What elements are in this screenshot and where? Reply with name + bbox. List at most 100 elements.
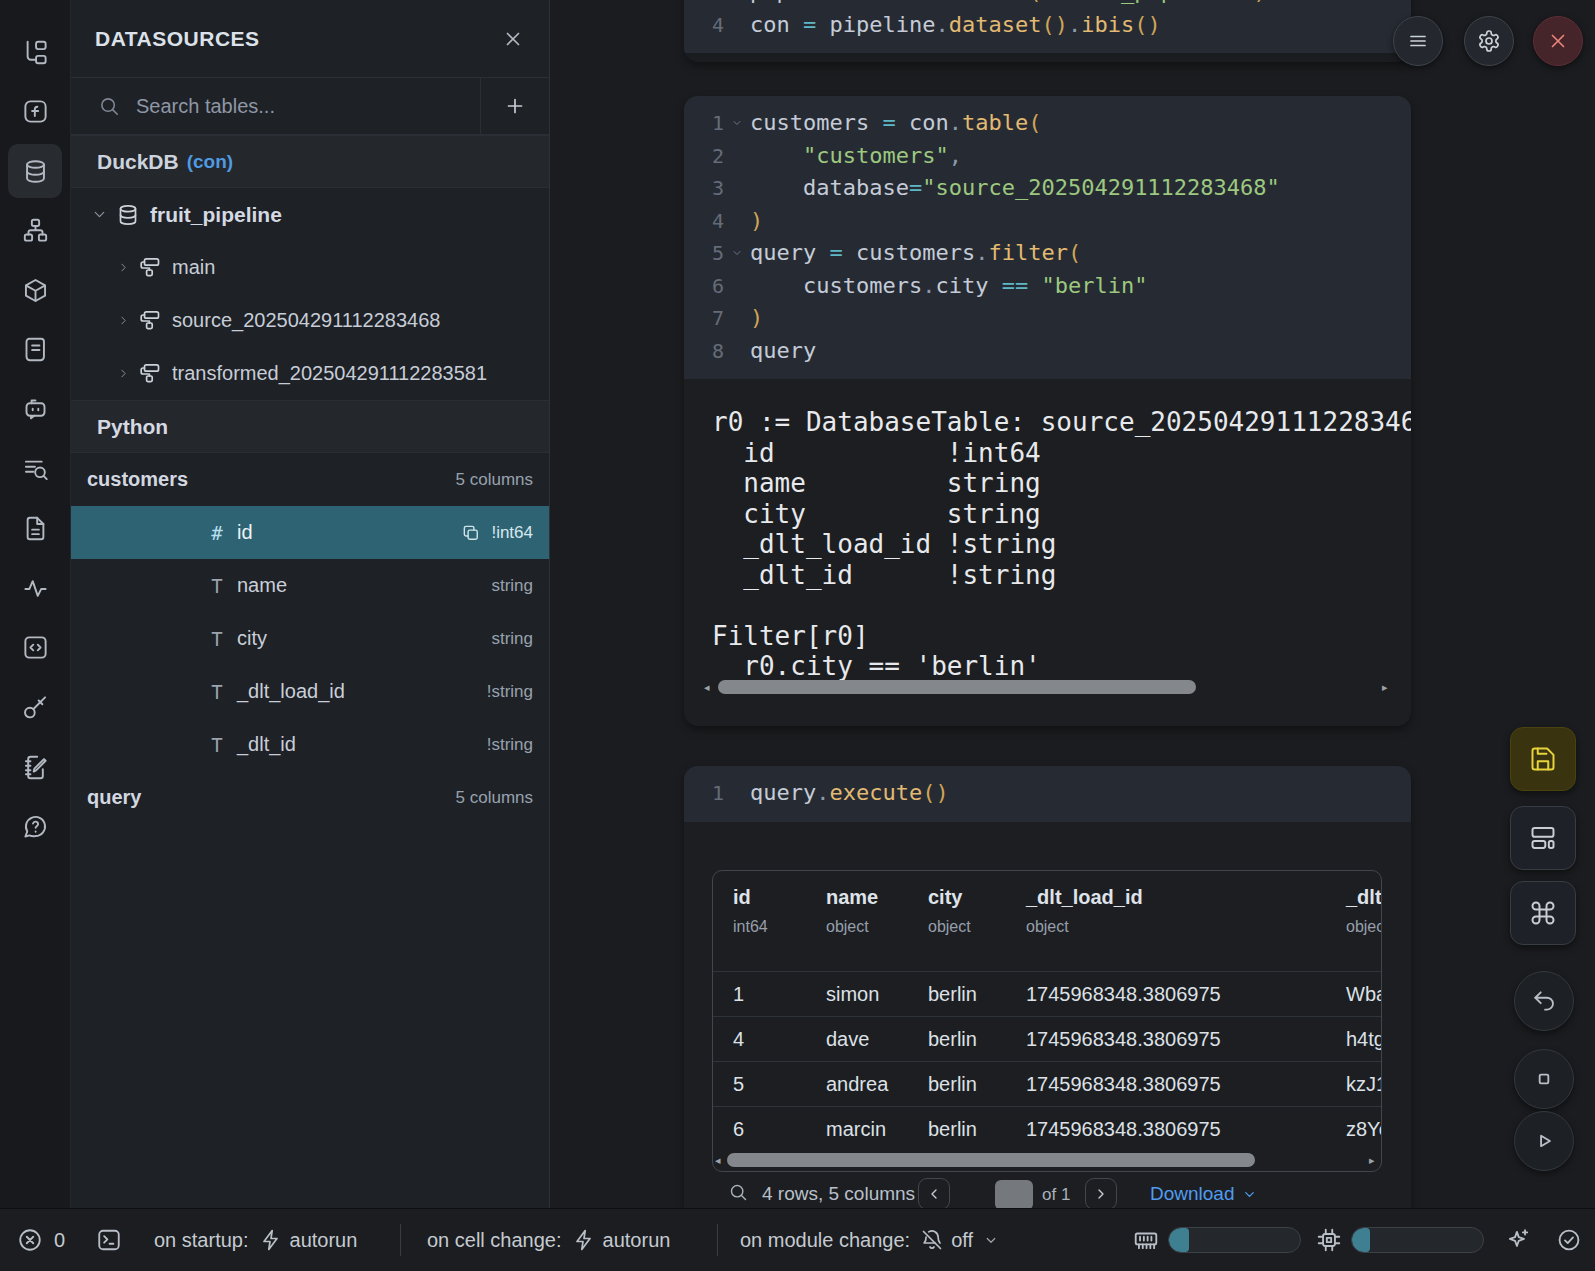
menu-button[interactable] — [1393, 16, 1443, 66]
code-line: 5query = customers.filter( — [700, 237, 1411, 270]
rail-item-activity[interactable] — [8, 561, 62, 615]
code-line: 3pipeline = dlt.attach("fruit_pipeline") — [700, 0, 1411, 9]
cpu-icon — [1316, 1227, 1342, 1253]
rail-item-key[interactable] — [8, 681, 62, 735]
engine-row-duckdb[interactable]: DuckDB(con) — [71, 135, 549, 188]
cell-value: Wba — [1346, 983, 1382, 1006]
layout-button[interactable] — [1510, 806, 1576, 870]
run-button[interactable] — [1514, 1111, 1574, 1171]
stop-button[interactable] — [1514, 1049, 1574, 1109]
output-hscrollbar[interactable]: ◂▸ — [704, 679, 1392, 695]
rail-item-help[interactable] — [8, 800, 62, 854]
tree-item-schema[interactable]: main — [71, 241, 549, 294]
rail-item-notebook-pen[interactable] — [8, 740, 62, 794]
rail-item-tree[interactable] — [8, 25, 62, 79]
table-row-customers[interactable]: customers5 columns — [71, 453, 549, 506]
cpu-usage — [1316, 1209, 1484, 1271]
cell-2-code[interactable]: 1customers = con.table(2 "customers",3 d… — [684, 96, 1411, 379]
scroll-right-arrow[interactable]: ▸ — [1382, 679, 1392, 695]
cell-value: marcin — [826, 1118, 886, 1141]
play-icon — [1531, 1128, 1557, 1154]
schema-icon — [138, 362, 162, 386]
fold-spacer — [724, 335, 750, 368]
code-line: 8query — [700, 335, 1411, 368]
copy-icon[interactable] — [461, 523, 481, 543]
undo-button[interactable] — [1514, 971, 1574, 1031]
cell-1-code[interactable]: 3pipeline = dlt.attach("fruit_pipeline")… — [684, 0, 1411, 53]
check-circle-icon — [1556, 1227, 1582, 1253]
column-row-_dlt_id[interactable]: T_dlt_id!string — [71, 718, 549, 771]
rail-item-cube[interactable] — [8, 263, 62, 317]
ai-button[interactable] — [1505, 1209, 1531, 1271]
rail-item-database[interactable] — [8, 144, 62, 198]
table-hscrollbar[interactable]: ◂▸ — [715, 1152, 1379, 1168]
scroll-right-arrow[interactable]: ▸ — [1369, 1152, 1379, 1168]
activity-rail — [0, 0, 71, 1271]
table-search-icon[interactable] — [728, 1182, 748, 1202]
module-change-label: on module change: — [740, 1229, 910, 1252]
cell-3-code[interactable]: 1query.execute() — [684, 766, 1411, 822]
schema-icon — [138, 256, 162, 280]
scroll-thumb[interactable] — [727, 1153, 1255, 1167]
tree-item-schema[interactable]: transformed_202504291112283581 — [71, 347, 549, 400]
module-change-setting[interactable]: on module change: off — [740, 1209, 1000, 1271]
table-row-query[interactable]: query5 columns — [71, 771, 549, 824]
rail-item-function[interactable] — [8, 85, 62, 139]
error-indicator[interactable]: 0 — [17, 1209, 65, 1271]
scroll-track[interactable] — [714, 680, 1382, 694]
add-datasource-button[interactable] — [480, 78, 549, 134]
search-input[interactable]: Search tables... — [136, 95, 275, 118]
rail-item-code-square[interactable] — [8, 621, 62, 675]
cell-value: 1745968348.3806975 — [1026, 1073, 1221, 1096]
table-row[interactable]: 6marcinberlin1745968348.3806975z8Yo — [713, 1106, 1381, 1151]
column-row-id[interactable]: #id!int64 — [71, 506, 549, 559]
close-panel-button[interactable] — [501, 27, 525, 51]
download-link[interactable]: Download — [1150, 1183, 1235, 1205]
scroll-track[interactable] — [725, 1153, 1369, 1167]
line-number: 1 — [700, 777, 724, 810]
command-palette-button[interactable] — [1510, 881, 1576, 945]
save-button[interactable] — [1510, 727, 1576, 791]
zap-icon — [259, 1228, 283, 1252]
rail-item-scroll[interactable] — [8, 323, 62, 377]
close-icon — [501, 27, 525, 51]
scroll-thumb[interactable] — [718, 680, 1196, 694]
settings-button[interactable] — [1464, 16, 1514, 66]
ibis-expression-output: r0 := DatabaseTable: source_202504291112… — [684, 379, 1411, 682]
scroll-left-arrow[interactable]: ◂ — [704, 679, 714, 695]
help-icon — [22, 813, 49, 840]
terminal-button[interactable] — [96, 1209, 122, 1271]
next-page-button[interactable] — [1085, 1178, 1117, 1208]
ram-usage — [1133, 1209, 1301, 1271]
tree-item-schema[interactable]: source_202504291112283468 — [71, 294, 549, 347]
cell-change-value: autorun — [603, 1229, 671, 1252]
cell-1: 3pipeline = dlt.attach("fruit_pipeline")… — [684, 0, 1411, 62]
command-icon — [1529, 899, 1557, 927]
rail-item-bot[interactable] — [8, 383, 62, 437]
table-row[interactable]: 4daveberlin1745968348.3806975h4tg — [713, 1016, 1381, 1061]
file-text-icon — [22, 515, 49, 542]
ram-meter — [1168, 1227, 1301, 1253]
section-python[interactable]: Python — [71, 400, 549, 453]
page-select[interactable] — [995, 1180, 1033, 1208]
chevron-right-icon — [117, 261, 131, 275]
cell-change-setting[interactable]: on cell change:autorun — [427, 1209, 670, 1271]
column-row-_dlt_load_id[interactable]: T_dlt_load_id!string — [71, 665, 549, 718]
table-row[interactable]: 5andreaberlin1745968348.3806975kzJ1 — [713, 1061, 1381, 1106]
result-table: idint64nameobjectcityobject_dlt_load_ido… — [712, 870, 1382, 1172]
prev-page-button[interactable] — [918, 1178, 950, 1208]
tree-item-database[interactable]: fruit_pipeline — [71, 188, 549, 241]
module-change-value: off — [951, 1229, 973, 1252]
startup-setting[interactable]: on startup:autorun — [154, 1209, 357, 1271]
shutdown-button[interactable] — [1533, 16, 1583, 66]
rail-item-log-search[interactable] — [8, 442, 62, 496]
fold-spacer — [724, 140, 750, 173]
bell-off-icon — [920, 1228, 944, 1252]
table-row[interactable]: 1simonberlin1745968348.3806975Wba — [713, 971, 1381, 1016]
column-row-name[interactable]: Tnamestring — [71, 559, 549, 612]
rail-item-file-text[interactable] — [8, 502, 62, 556]
column-row-city[interactable]: Tcitystring — [71, 612, 549, 665]
scroll-left-arrow[interactable]: ◂ — [715, 1152, 725, 1168]
line-number: 2 — [700, 140, 724, 173]
rail-item-flow[interactable] — [8, 204, 62, 258]
